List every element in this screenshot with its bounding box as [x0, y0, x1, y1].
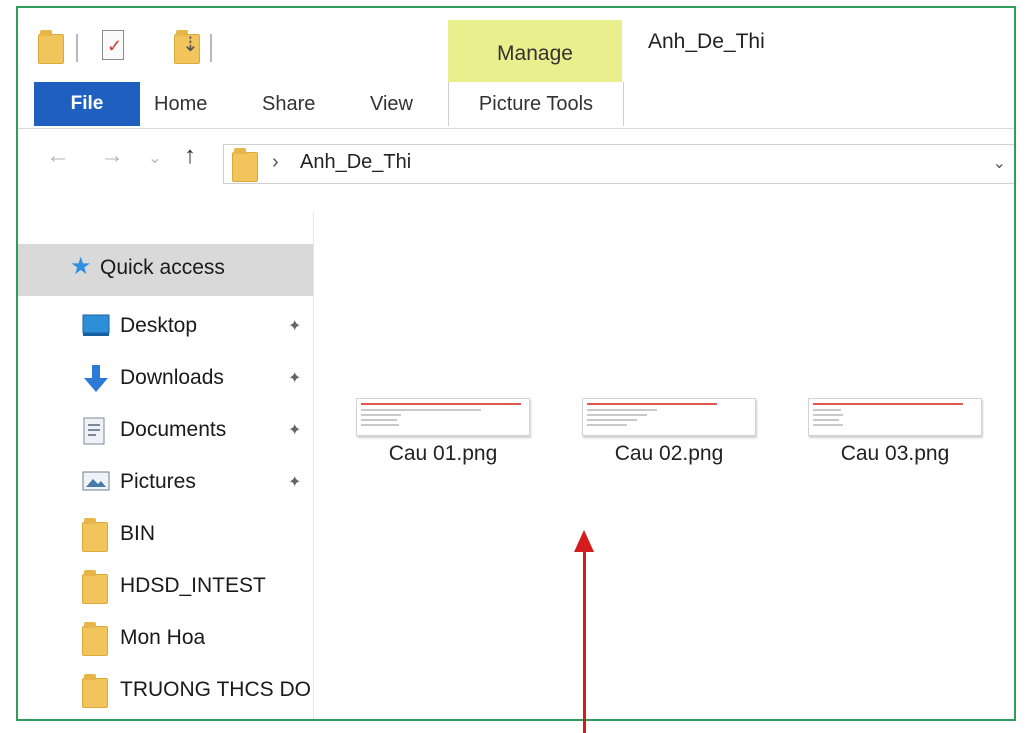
image-thumbnail [582, 398, 756, 436]
sidebar-item-bin[interactable]: BIN [18, 510, 314, 562]
ribbon-tabs: File Home Share View Picture Tools [18, 82, 1014, 129]
folder-icon [232, 148, 258, 182]
breadcrumb-current[interactable]: Anh_De_Thi [300, 151, 411, 174]
sidebar-item-label: Downloads [120, 366, 224, 389]
address-bar[interactable]: › Anh_De_Thi ⌄ [223, 144, 1014, 184]
pin-icon[interactable]: ✦ [288, 316, 301, 336]
back-icon[interactable]: ← [46, 142, 70, 170]
file-name: Cau 02.png [614, 442, 724, 465]
image-thumbnail [808, 398, 982, 436]
sidebar-item-desktop[interactable]: Desktop ✦ [18, 302, 314, 354]
sidebar-item-label: Desktop [120, 314, 198, 337]
folder-icon [82, 518, 108, 552]
sidebar-item-label: Quick access [100, 256, 225, 279]
sidebar-item-label: TRUONG THCS DOA [120, 678, 310, 701]
title-bar: ✓ ⇣ Manage Anh_De_Thi [18, 8, 1014, 84]
file-item[interactable]: Cau 02.png [564, 398, 756, 478]
qat-separator [210, 34, 212, 62]
pin-icon[interactable]: ✦ [288, 420, 301, 440]
manage-contextual-tab[interactable]: Manage [448, 20, 622, 84]
image-thumbnail [356, 398, 530, 436]
sidebar-item-quick-access[interactable]: ★ Quick access [18, 244, 314, 296]
sidebar-item-truong-thcs[interactable]: TRUONG THCS DOA [18, 666, 314, 718]
sidebar-item-label: BIN [120, 522, 156, 545]
document-icon [82, 416, 106, 451]
folder-icon [38, 30, 64, 64]
sidebar-item-downloads[interactable]: Downloads ✦ [18, 354, 314, 406]
pin-icon[interactable]: ✦ [288, 472, 301, 492]
breadcrumb-chevron-icon[interactable]: › [272, 151, 279, 174]
address-row: ← → ⌄ ↑ › Anh_De_Thi ⌄ [18, 130, 1014, 186]
chevron-down-icon[interactable]: ⌄ [993, 153, 1006, 173]
file-name: Cau 03.png [840, 442, 950, 465]
tab-view[interactable]: View [370, 82, 413, 126]
download-arrow-icon [82, 364, 110, 399]
file-item[interactable]: Cau 01.png [338, 398, 530, 478]
forward-icon[interactable]: → [100, 142, 124, 170]
sidebar-item-mon-hoa[interactable]: Mon Hoa [18, 614, 314, 666]
explorer-window: ✓ ⇣ Manage Anh_De_Thi File Home Share Vi… [16, 6, 1016, 721]
qat-separator [76, 34, 78, 62]
tab-file[interactable]: File [34, 82, 140, 126]
sidebar-item-hdsd-intest[interactable]: HDSD_INTEST [18, 562, 314, 614]
recent-locations-icon[interactable]: ⌄ [148, 148, 161, 168]
annotation-arrow-icon [583, 548, 586, 733]
sidebar-item-label: HDSD_INTEST [120, 574, 266, 597]
pin-icon[interactable]: ✦ [288, 368, 301, 388]
folder-icon [82, 570, 108, 604]
file-name: Cau 01.png [388, 442, 498, 465]
star-icon: ★ [70, 253, 92, 280]
folder-icon [82, 622, 108, 656]
desktop-icon [82, 312, 110, 343]
sidebar-item-documents[interactable]: Documents ✦ [18, 406, 314, 458]
sidebar-item-label: Documents [120, 418, 227, 441]
window-title: Anh_De_Thi [648, 30, 765, 53]
tab-share[interactable]: Share [262, 82, 315, 126]
pictures-icon [82, 468, 110, 499]
sidebar-item-pictures[interactable]: Pictures ✦ [18, 458, 314, 510]
sidebar-item-label: Pictures [120, 470, 196, 493]
folder-icon [82, 674, 108, 708]
tab-picture-tools[interactable]: Picture Tools [448, 82, 624, 126]
properties-icon[interactable]: ✓ [102, 30, 124, 60]
sidebar-item-label: Mon Hoa [120, 626, 206, 649]
manage-label: Manage [497, 42, 573, 65]
customize-qat-icon[interactable]: ⇣ [182, 32, 199, 57]
file-item[interactable]: Cau 03.png [790, 398, 982, 478]
tab-home[interactable]: Home [154, 82, 207, 126]
file-list: Cau 01.png Cau 02.png Cau 03.png [318, 188, 1014, 719]
up-icon[interactable]: ↑ [184, 142, 196, 170]
navigation-pane: ★ Quick access Desktop ✦ Downloads ✦ Doc… [18, 188, 314, 719]
